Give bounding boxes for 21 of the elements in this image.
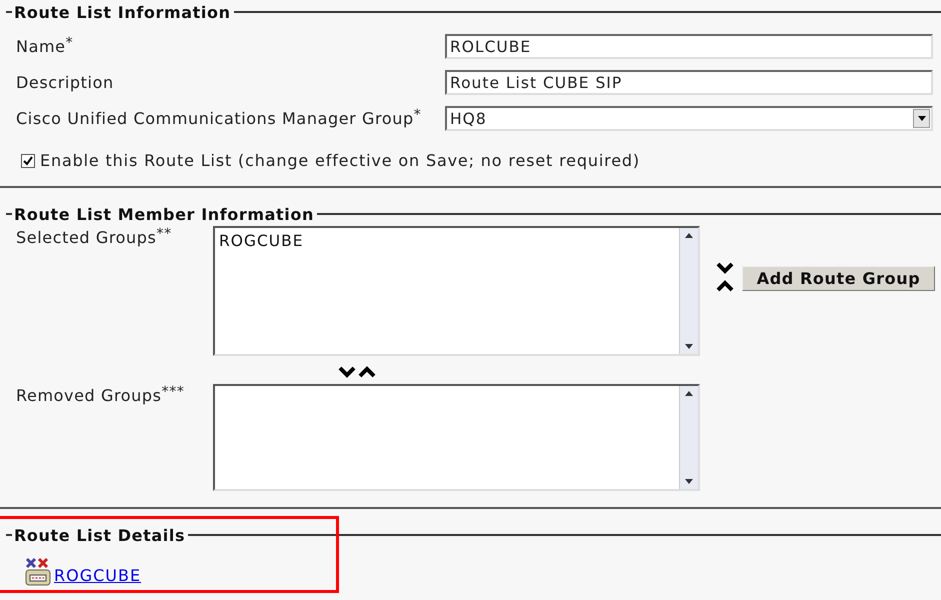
checkbox-label: Enable this Route List (change effective on Save; no reset required) [40,151,640,170]
dropdown[interactable]: HQ8 [445,106,933,131]
field-label: Name$^{*}$ [16,37,74,56]
checkbox[interactable] [21,154,35,168]
field-label: Selected Groups$^{**}$ [16,228,173,247]
list-box[interactable]: ROGCUBE [213,226,700,356]
field-label: Removed Groups$^{***}$ [16,386,186,405]
input-field[interactable]: ROLCUBE [445,34,933,59]
route-group-link[interactable]: ROGCUBE [54,566,142,585]
section-title: Route List Information [14,2,231,22]
add-route-group-button[interactable]: Add Route Group [742,266,936,290]
input-field[interactable]: Route List CUBE SIP [445,70,933,95]
field-label: Cisco Unified Communications Manager Group$^{*}$ [16,109,422,128]
field-label: Description [16,73,115,92]
list-box[interactable] [213,384,700,491]
list-item[interactable]: ROGCUBE [219,232,675,250]
scrollbar[interactable] [679,228,698,354]
scrollbar[interactable] [679,386,698,489]
caret-icon [913,109,930,128]
section-title: Route List Details [14,526,186,544]
section-title: Route List Member Information [14,204,314,224]
